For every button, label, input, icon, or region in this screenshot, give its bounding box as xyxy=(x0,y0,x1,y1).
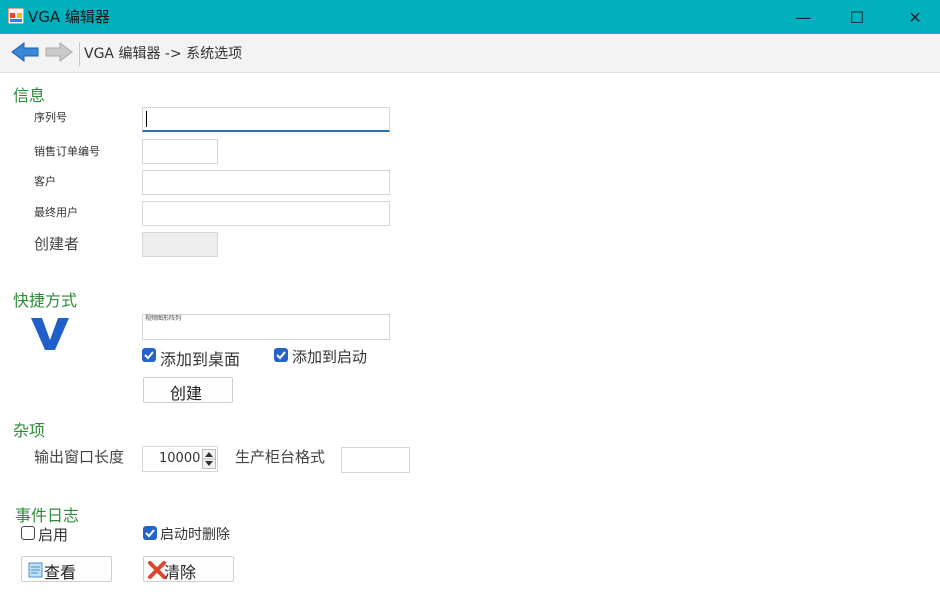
enable-log-label[interactable]: 启用 xyxy=(38,524,68,545)
end-user-label: 最终用户 xyxy=(34,206,78,219)
title-bar: VGA 编辑器 — ☐ ✕ xyxy=(0,0,940,34)
shortcut-name-value: 视频图形阵列 xyxy=(145,315,182,322)
check-icon xyxy=(276,351,286,360)
spinner-arrows-icon[interactable] xyxy=(202,449,216,469)
window-title: VGA 编辑器 xyxy=(28,8,110,26)
customer-input[interactable] xyxy=(142,170,390,195)
maximize-button[interactable]: ☐ xyxy=(834,0,880,34)
creator-input xyxy=(142,232,218,257)
text-caret xyxy=(146,111,147,127)
clear-on-start-label[interactable]: 启动时删除 xyxy=(160,524,230,544)
navigation-bar: VGA 编辑器 -> 系统选项 xyxy=(0,34,940,73)
add-to-startup-checkbox[interactable] xyxy=(274,348,288,362)
check-icon xyxy=(144,351,154,360)
sales-order-label: 销售订单编号 xyxy=(34,145,100,158)
add-to-desktop-label[interactable]: 添加到桌面 xyxy=(160,346,240,370)
minimize-icon: — xyxy=(795,7,811,27)
end-user-input[interactable] xyxy=(142,201,390,226)
view-log-icon xyxy=(28,562,43,578)
serial-label: 序列号 xyxy=(34,111,67,124)
check-icon xyxy=(145,529,155,538)
clear-log-button[interactable]: 清除 xyxy=(143,556,234,582)
app-icon xyxy=(8,8,24,24)
serial-input[interactable] xyxy=(142,107,390,132)
create-shortcut-button[interactable]: 创建 xyxy=(143,377,233,403)
enable-log-checkbox[interactable] xyxy=(21,526,35,540)
back-arrow-icon[interactable] xyxy=(10,41,40,63)
creator-label: 创建者 xyxy=(34,235,80,253)
clear-on-start-checkbox[interactable] xyxy=(143,526,157,540)
forward-arrow-icon[interactable] xyxy=(44,41,74,63)
add-to-desktop-checkbox[interactable] xyxy=(142,348,156,362)
shortcut-name-input[interactable]: 视频图形阵列 xyxy=(142,314,390,340)
nav-separator xyxy=(79,42,80,66)
minimize-button[interactable]: — xyxy=(780,0,826,34)
close-icon: ✕ xyxy=(908,7,922,27)
output-length-stepper[interactable]: 10000 xyxy=(142,446,218,472)
clear-button-label: 清除 xyxy=(164,563,197,582)
production-format-label: 生产柜台格式 xyxy=(235,448,326,466)
add-to-startup-label[interactable]: 添加到启动 xyxy=(292,346,367,367)
output-length-value: 10000 xyxy=(159,451,201,466)
sales-order-input[interactable] xyxy=(142,139,218,164)
breadcrumb: VGA 编辑器 -> 系统选项 xyxy=(84,46,243,62)
view-button-label: 查看 xyxy=(44,563,77,582)
eventlog-section-title: 事件日志 xyxy=(15,506,80,525)
production-format-input[interactable] xyxy=(341,447,410,473)
info-section-title: 信息 xyxy=(13,86,46,105)
maximize-icon: ☐ xyxy=(849,7,865,27)
view-log-button[interactable]: 查看 xyxy=(21,556,112,582)
create-button-label: 创建 xyxy=(170,384,203,403)
misc-section-title: 杂项 xyxy=(13,421,46,440)
shortcut-section-title: 快捷方式 xyxy=(13,291,78,310)
customer-label: 客户 xyxy=(34,175,56,188)
close-button[interactable]: ✕ xyxy=(892,0,938,34)
output-length-label: 输出窗口长度 xyxy=(34,448,125,466)
vga-logo-icon xyxy=(31,318,69,350)
